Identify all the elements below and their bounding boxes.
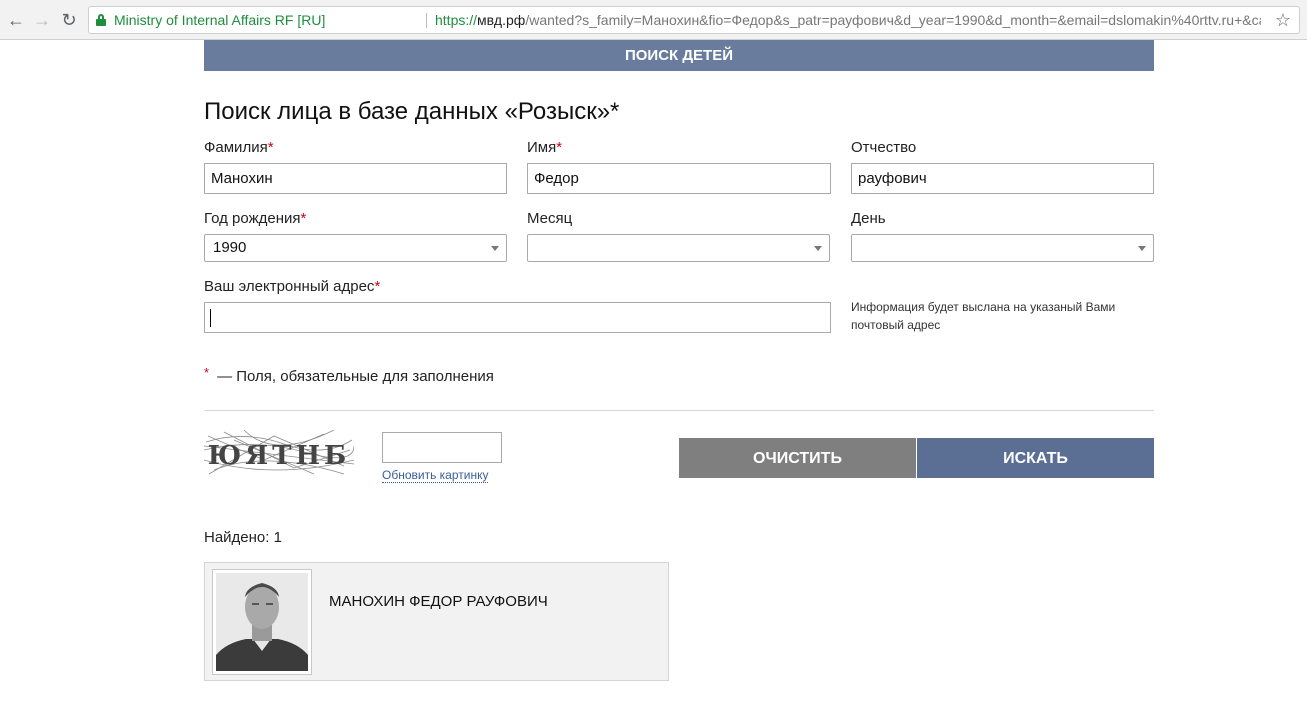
birth-year-value: 1990 <box>213 239 247 256</box>
required-fields-note: * — Поля, обязательные для заполнения <box>204 365 494 385</box>
name-label: Имя* <box>527 139 563 156</box>
bookmark-star-icon[interactable]: ☆ <box>1275 7 1291 33</box>
results-count: Найдено: 1 <box>204 529 282 546</box>
divider <box>204 410 1154 411</box>
surname-label: Фамилия* <box>204 139 274 156</box>
dropdown-arrow-icon <box>814 246 822 251</box>
url-text[interactable]: https://мвд.рф/wanted?s_family=Манохин&f… <box>435 7 1261 33</box>
result-person-name[interactable]: МАНОХИН ФЕДОР РАУФОВИЧ <box>329 593 548 610</box>
person-photo[interactable] <box>212 569 312 675</box>
day-label: День <box>851 210 886 227</box>
browser-toolbar: ← → ↻ Ministry of Internal Affairs RF [R… <box>0 0 1307 40</box>
captcha-text: ЮЯТНБ <box>208 441 351 471</box>
lock-icon <box>96 14 106 26</box>
address-bar[interactable]: Ministry of Internal Affairs RF [RU] htt… <box>88 6 1300 34</box>
patronymic-label: Отчество <box>851 139 917 156</box>
clear-button[interactable]: ОЧИСТИТЬ <box>679 438 916 478</box>
month-select[interactable] <box>527 234 830 262</box>
back-arrow-icon[interactable]: ← <box>4 8 28 32</box>
address-separator <box>426 13 427 28</box>
result-card[interactable]: МАНОХИН ФЕДОР РАУФОВИЧ <box>204 562 669 681</box>
refresh-captcha-link[interactable]: Обновить картинку <box>382 468 489 483</box>
email-input[interactable] <box>204 302 831 333</box>
children-search-banner[interactable]: ПОИСК ДЕТЕЙ <box>204 40 1154 71</box>
birth-year-label: Год рождения* <box>204 210 307 227</box>
email-hint: Информация будет выслана на указаный Вам… <box>851 300 1116 332</box>
month-label: Месяц <box>527 210 573 227</box>
patronymic-input[interactable]: рауфович <box>851 163 1154 194</box>
captcha-image: ЮЯТНБ <box>203 429 355 480</box>
forward-arrow-icon[interactable]: → <box>30 8 54 32</box>
surname-input[interactable]: Манохин <box>204 163 507 194</box>
page-title: Поиск лица в базе данных «Розыск»* <box>204 98 620 125</box>
site-identity-label: Ministry of Internal Affairs RF [RU] <box>114 12 326 28</box>
reload-icon[interactable]: ↻ <box>57 8 81 32</box>
text-caret <box>210 309 211 327</box>
captcha-input[interactable] <box>382 432 502 463</box>
day-select[interactable] <box>851 234 1154 262</box>
dropdown-arrow-icon <box>491 246 499 251</box>
name-input[interactable]: Федор <box>527 163 831 194</box>
search-button[interactable]: ИСКАТЬ <box>917 438 1154 478</box>
birth-year-select[interactable]: 1990 <box>204 234 507 262</box>
dropdown-arrow-icon <box>1138 246 1146 251</box>
email-label: Ваш электронный адрес* <box>204 278 381 295</box>
